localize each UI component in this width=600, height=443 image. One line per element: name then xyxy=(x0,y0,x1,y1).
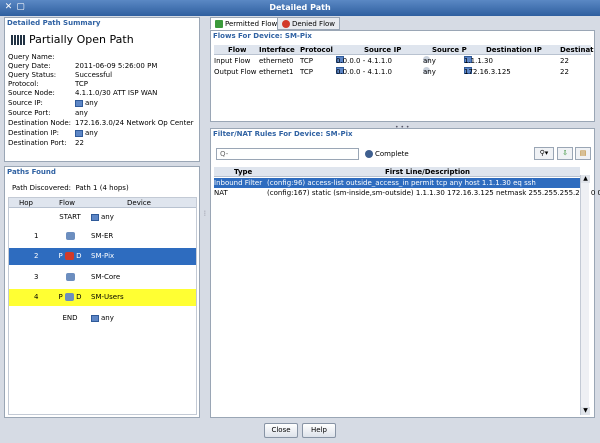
path-row-hop-3[interactable]: 3 SM-Core xyxy=(9,269,196,286)
switch-pd-indicator: P D xyxy=(58,293,82,301)
flows-table-header: Flow Interface Protocol Source IP Source… xyxy=(214,45,594,55)
summary-section-title: Detailed Path Summary xyxy=(7,19,101,27)
rule-row-inbound-filter[interactable]: Inbound Filter (config:96) access-list o… xyxy=(214,178,580,188)
export-icon: ⇩ xyxy=(562,149,568,157)
router-icon xyxy=(65,232,75,240)
tab-permitted-flow[interactable]: Permitted Flow xyxy=(210,17,283,30)
dialog-footer: Close Help xyxy=(0,420,600,443)
path-status-icon xyxy=(11,35,25,45)
paths-section-title: Paths Found xyxy=(7,168,56,176)
path-status-text: Partially Open Path xyxy=(29,33,134,46)
firewall-icon xyxy=(64,252,74,260)
path-row-start[interactable]: START any xyxy=(9,209,196,226)
rule-row-nat[interactable]: NAT (config:167) static (sm-inside,sm-ou… xyxy=(214,188,600,198)
window-title: Detailed Path xyxy=(269,3,331,12)
complete-indicator: Complete xyxy=(365,148,409,160)
filters-section-title: Filter/NAT Rules For Device: SM-Pix xyxy=(213,130,353,138)
path-row-hop-2[interactable]: 2 P D SM-Pix xyxy=(9,248,196,265)
switch-icon xyxy=(64,293,74,301)
report-icon: ▤ xyxy=(579,149,587,157)
path-table-header: Hop Flow Device xyxy=(9,198,196,208)
filter-nat-panel: Filter/NAT Rules For Device: SM-Pix Q- C… xyxy=(210,128,600,418)
rules-search-input[interactable]: Q- xyxy=(216,148,359,160)
rules-table-header: Type First Line/Description xyxy=(214,167,580,177)
flows-section-title: Flows For Device: SM-Pix xyxy=(213,32,312,40)
search-options-button[interactable]: ⚲▾ xyxy=(534,147,554,160)
network-object-icon xyxy=(75,129,83,137)
tab-denied-flow[interactable]: Denied Flow xyxy=(277,17,341,30)
firewall-pd-indicator: P D xyxy=(58,252,82,260)
network-object-icon xyxy=(91,314,99,322)
paths-found-panel: Paths Found Path Discovered: Path 1 (4 h… xyxy=(4,166,200,418)
path-discovered: Path Discovered: Path 1 (4 hops) xyxy=(12,184,129,192)
export-button[interactable]: ⇩ xyxy=(557,147,573,160)
summary-panel: Detailed Path Summary Partially Open Pat… xyxy=(4,17,200,162)
path-discovered-value[interactable]: Path 1 (4 hops) xyxy=(75,184,128,192)
router-icon xyxy=(65,273,75,281)
path-hops-table: Hop Flow Device START any 1 SM-ER 2 P D … xyxy=(8,197,197,415)
network-object-icon xyxy=(91,213,99,221)
deny-icon xyxy=(282,20,290,28)
window-titlebar: ✕ ▢ Detailed Path xyxy=(0,0,600,16)
rules-vertical-scrollbar[interactable]: ▲ ▼ xyxy=(580,175,590,415)
path-row-hop-1[interactable]: 1 SM-ER xyxy=(9,228,196,245)
flows-panel: Flows For Device: SM-Pix Flow Interface … xyxy=(210,30,595,122)
gear-icon xyxy=(365,150,373,158)
check-icon xyxy=(215,20,223,28)
pane-splitter-handle[interactable]: ⋮ xyxy=(202,210,208,220)
search-icon: ⚲▾ xyxy=(539,149,549,157)
network-object-icon xyxy=(75,99,83,107)
scroll-up-icon[interactable]: ▲ xyxy=(581,175,590,183)
help-button[interactable]: Help xyxy=(302,423,336,438)
scroll-down-icon[interactable]: ▼ xyxy=(581,407,590,415)
close-button[interactable]: Close xyxy=(264,423,298,438)
path-status-headline: Partially Open Path xyxy=(11,32,134,48)
path-row-end[interactable]: END any xyxy=(9,310,196,327)
report-button[interactable]: ▤ xyxy=(575,147,591,160)
path-row-hop-4[interactable]: 4 P D SM-Users xyxy=(9,289,196,306)
